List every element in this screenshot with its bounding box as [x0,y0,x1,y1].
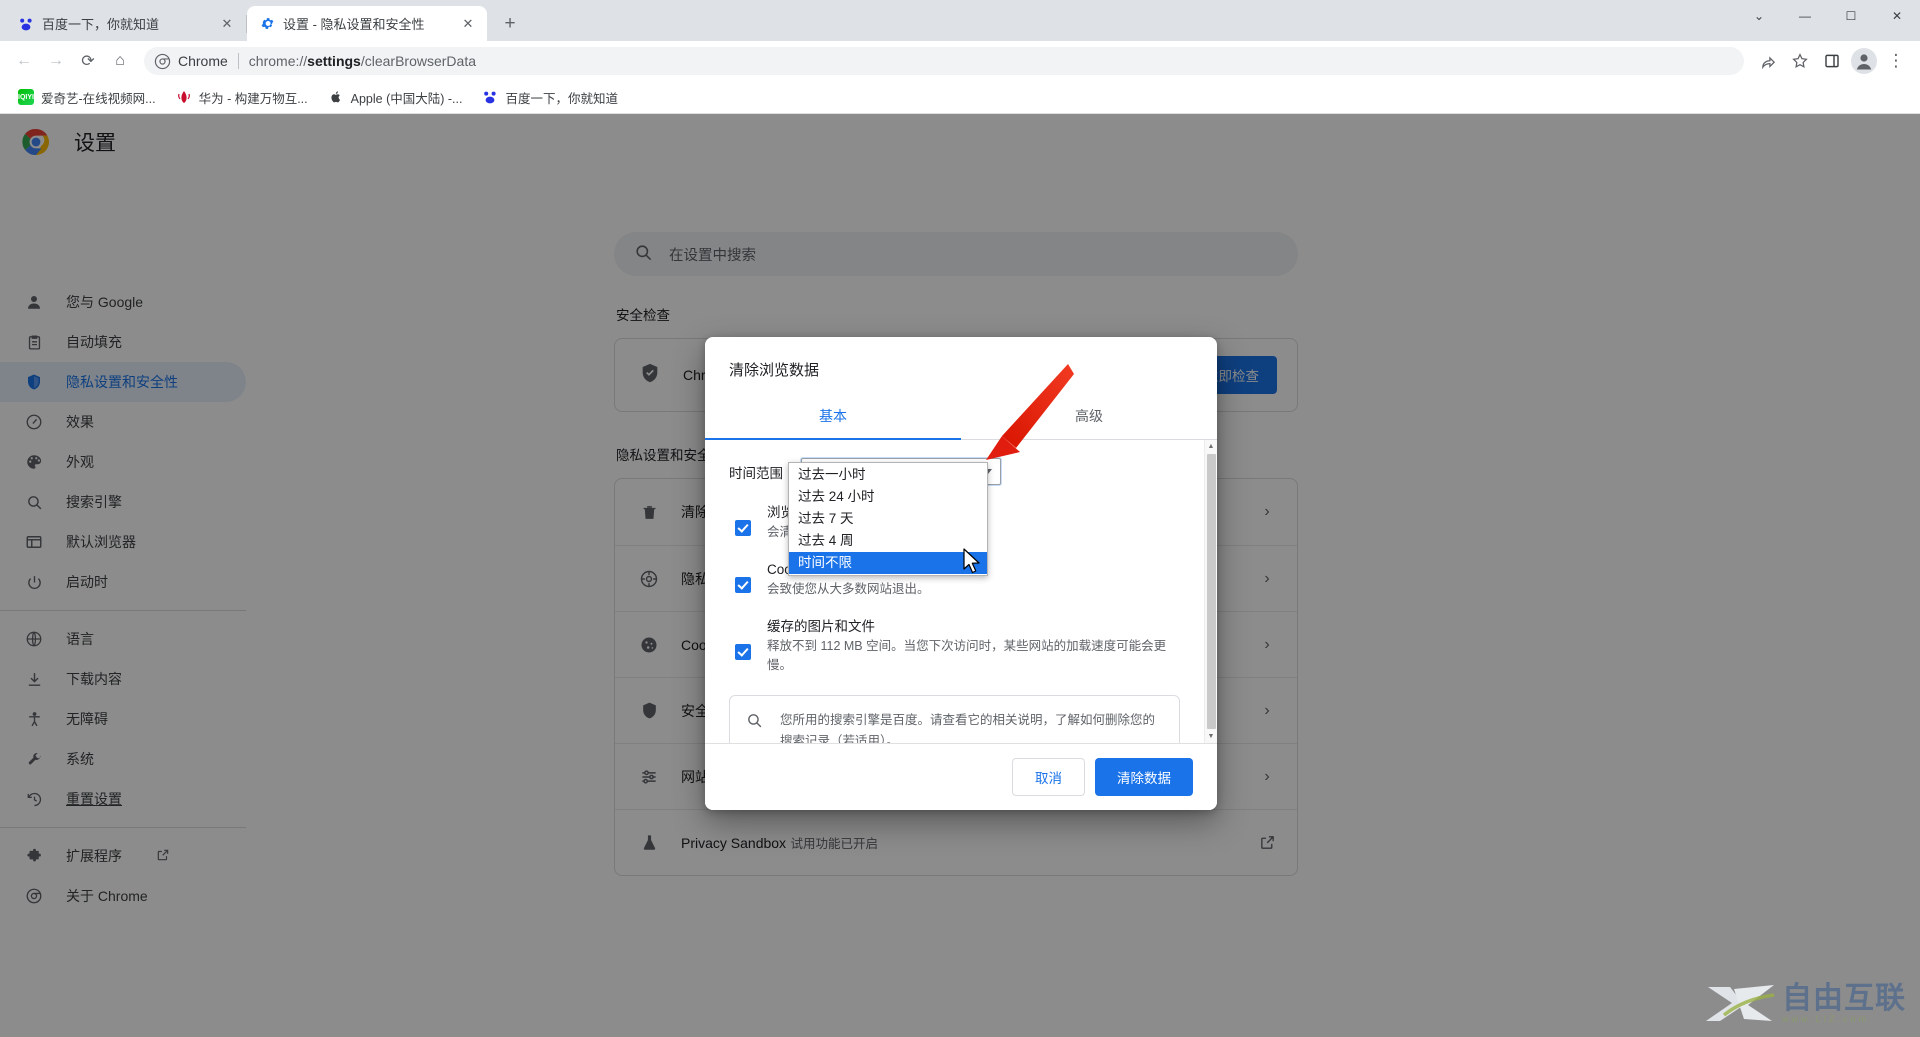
avatar-icon[interactable] [1848,45,1880,77]
dropdown-option[interactable]: 过去 24 小时 [789,486,987,508]
watermark-x-logo [1706,985,1775,1021]
huawei-icon [176,89,192,105]
browser-tab[interactable]: 百度一下，你就知道 ✕ [6,6,246,41]
checkbox-text: 缓存的图片和文件 释放不到 112 MB 空间。当您下次访问时，某些网站的加载速… [767,617,1180,675]
scrollbar-thumb[interactable] [1206,454,1216,729]
maximize-button[interactable]: ☐ [1828,0,1874,32]
bookmark-label: 爱奇艺-在线视频网... [41,91,156,106]
forward-icon[interactable]: → [40,45,72,77]
new-tab-button[interactable]: + [495,8,525,38]
bookmark-item[interactable]: 百度一下，你就知道 [474,84,626,111]
tab-strip: 百度一下，你就知道 ✕ 设置 - 隐私设置和安全性 ✕ + ⌄ — ☐ ✕ [0,0,1920,41]
omnibox-divider [237,53,239,69]
cancel-button[interactable]: 取消 [1012,758,1085,796]
checkbox-title: 缓存的图片和文件 [767,619,875,634]
bookmark-label: 百度一下，你就知道 [505,91,618,106]
watermark: 自由互联 www.LIZ.com [1704,981,1906,1027]
bookmark-item[interactable]: IQIYI 爱奇艺-在线视频网... [10,84,164,111]
url-text: chrome://settings/clearBrowserData [248,53,476,69]
tab-title: 百度一下，你就知道 [42,17,160,32]
search-engine-notice: 您所用的搜索引擎是百度。请查看它的相关说明，了解如何删除您的搜索记录（若适用）。 [729,695,1180,743]
checkbox-cached-images[interactable] [735,644,751,660]
bookmark-item[interactable]: 华为 - 构建万物互... [168,84,316,111]
dropdown-option-selected[interactable]: 时间不限 [789,552,987,574]
dropdown-option[interactable]: 过去 4 周 [789,530,987,552]
reload-icon[interactable]: ⟳ [72,45,104,77]
bookmark-label: 华为 - 构建万物互... [198,91,308,106]
checkbox-subtitle: 释放不到 112 MB 空间。当您下次访问时，某些网站的加载速度可能会更慢。 [767,639,1167,672]
iqiyi-icon: IQIYI [18,89,34,105]
baidu-icon [482,89,498,105]
chrome-icon [154,53,171,69]
browser-menu-icon[interactable]: ⋮ [1880,45,1912,77]
browser-toolbar: ← → ⟳ ⌂ Chrome chrome://settings/clearBr… [0,41,1920,81]
browser-tab[interactable]: 设置 - 隐私设置和安全性 ✕ [247,6,487,41]
checkbox-subtitle: 会致使您从大多数网站退出。 [767,582,930,596]
dialog-scrollbar[interactable]: ▲ ▼ [1204,440,1217,743]
close-icon[interactable]: ✕ [218,15,236,33]
checkbox-row-cached-images[interactable]: 缓存的图片和文件 释放不到 112 MB 空间。当您下次访问时，某些网站的加载速… [705,599,1204,675]
close-window-button[interactable]: ✕ [1874,0,1920,32]
chrome-page-chip: Chrome [154,53,228,70]
dropdown-option[interactable]: 过去 7 天 [789,508,987,530]
checkbox-cookies[interactable] [735,577,751,593]
dialog-footer: 取消 清除数据 [705,743,1217,810]
watermark-text: 自由互联 [1782,982,1906,1015]
annotation-arrow [986,364,1074,460]
settings-gear-icon [259,16,275,32]
back-icon[interactable]: ← [8,45,40,77]
mouse-cursor [963,548,980,574]
share-icon[interactable] [1752,45,1784,77]
tab-title: 设置 - 隐私设置和安全性 [283,17,425,32]
home-icon[interactable]: ⌂ [104,45,136,77]
search-icon [746,712,764,743]
tab-search-icon[interactable]: ⌄ [1736,0,1782,32]
watermark-subtext: www.LIZ.com [1782,1014,1870,1024]
star-icon[interactable] [1784,45,1816,77]
apple-icon [328,89,344,105]
baidu-icon [18,16,34,32]
tab-basic[interactable]: 基本 [705,394,961,440]
bookmark-label: Apple (中国大陆) -... [350,91,463,106]
window-controls: ⌄ — ☐ ✕ [1736,0,1920,32]
address-bar[interactable]: Chrome chrome://settings/clearBrowserDat… [144,47,1744,75]
notice-text: 您所用的搜索引擎是百度。请查看它的相关说明，了解如何删除您的搜索记录（若适用）。 [780,713,1156,743]
clear-data-button[interactable]: 清除数据 [1095,758,1193,796]
time-range-label: 时间范围 [729,465,783,481]
scroll-down-icon[interactable]: ▼ [1208,730,1215,743]
close-icon[interactable]: ✕ [459,15,477,33]
time-range-dropdown[interactable]: 过去一小时 过去 24 小时 过去 7 天 过去 4 周 时间不限 [788,462,988,576]
bookmarks-bar: IQIYI 爱奇艺-在线视频网... 华为 - 构建万物互... Apple (… [0,81,1920,114]
minimize-button[interactable]: — [1782,0,1828,32]
side-panel-icon[interactable] [1816,45,1848,77]
checkbox-browsing-history[interactable] [735,520,751,536]
bookmark-item[interactable]: Apple (中国大陆) -... [320,84,471,111]
scroll-up-icon[interactable]: ▲ [1208,440,1215,453]
chrome-chip-label: Chrome [178,53,228,69]
